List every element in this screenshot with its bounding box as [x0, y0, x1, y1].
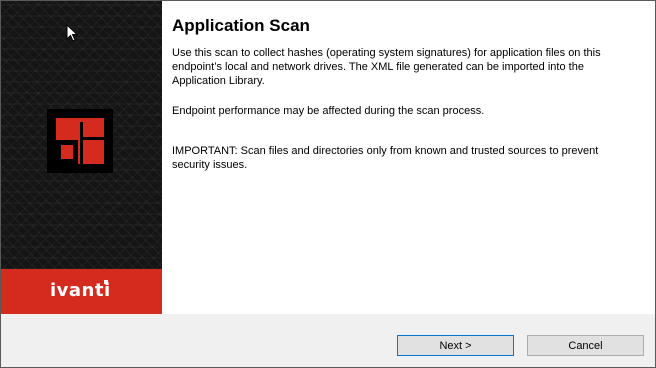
- brand-logo-text: ivanti: [50, 280, 111, 301]
- ivanti-logo-icon: [47, 109, 113, 173]
- dialog-content: Application Scan Use this scan to collec…: [162, 1, 655, 314]
- brand-accent-mark: [104, 280, 108, 284]
- description-text: Use this scan to collect hashes (operati…: [172, 47, 601, 87]
- cancel-button[interactable]: Cancel: [527, 335, 644, 356]
- brand-bar: ivanti: [1, 269, 162, 314]
- side-banner: ivanti: [1, 1, 162, 314]
- important-note: IMPORTANT: Scan files and directories on…: [172, 145, 599, 171]
- page-title: Application Scan: [172, 16, 310, 35]
- installer-window: ivanti Application Scan Use this scan to…: [0, 0, 656, 368]
- next-button[interactable]: Next >: [397, 335, 514, 356]
- mouse-pointer-icon: [66, 24, 78, 42]
- performance-note: Endpoint performance may be affected dur…: [172, 105, 485, 117]
